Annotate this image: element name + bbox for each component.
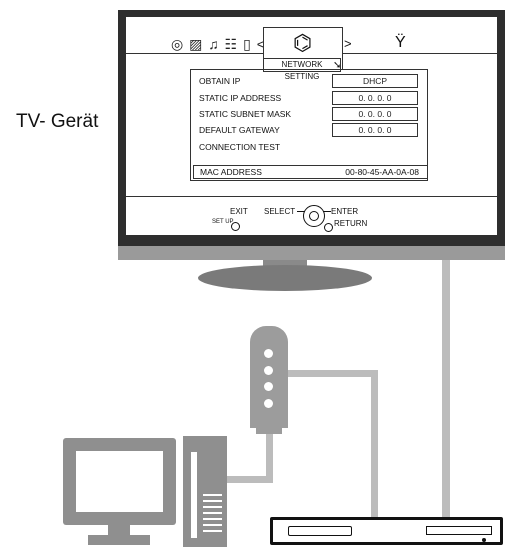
default-gateway-field[interactable]: 0. 0. 0. 0 xyxy=(332,123,418,137)
return-button-icon[interactable] xyxy=(324,219,333,237)
player-display xyxy=(426,526,492,535)
tv-label: TV- Gerät xyxy=(16,111,99,132)
tower-vent xyxy=(203,524,222,526)
router-player-cable-horizontal xyxy=(288,370,378,377)
tv-bottom-bar xyxy=(118,246,505,260)
chevron-right-icon[interactable]: > xyxy=(344,36,352,51)
static-ip-label: STATIC IP ADDRESS xyxy=(199,93,282,103)
default-gateway-label: DEFAULT GATEWAY xyxy=(199,125,280,135)
static-ip-field[interactable]: 0. 0. 0. 0 xyxy=(332,91,418,105)
tower-drive-slot xyxy=(191,452,197,538)
mac-address-value: 00-80-45-AA-0A-08 xyxy=(345,167,419,177)
disc-tray xyxy=(288,526,352,536)
router-base xyxy=(256,426,282,434)
network-icon[interactable]: ⌬ xyxy=(293,30,312,56)
router-led xyxy=(264,399,273,408)
mac-address-label: MAC ADDRESS xyxy=(200,167,262,177)
dpad-center-icon[interactable] xyxy=(309,211,319,221)
router-led xyxy=(264,366,273,375)
connection-test-label[interactable]: CONNECTION TEST xyxy=(199,142,280,152)
select-hint: SELECT xyxy=(264,207,296,216)
power-indicator xyxy=(482,538,486,542)
tower-vent xyxy=(203,506,222,508)
return-hint: RETURN xyxy=(334,219,368,228)
memory-card-icon[interactable]: ▯ xyxy=(243,36,252,52)
router-led xyxy=(264,382,273,391)
tower-vent xyxy=(203,500,222,502)
tv-player-cable xyxy=(442,260,450,518)
music-icon[interactable]: ♫ xyxy=(208,36,220,52)
router-pc-cable-horizontal xyxy=(227,476,273,483)
network-router xyxy=(250,326,288,428)
router-pc-cable-vertical xyxy=(266,434,273,482)
exit-hint: EXIT xyxy=(230,207,248,216)
tower-vent xyxy=(203,518,222,520)
subnet-mask-field[interactable]: 0. 0. 0. 0 xyxy=(332,107,418,121)
router-player-cable-vertical xyxy=(371,370,378,518)
monitor-base xyxy=(88,535,150,545)
mac-address-row: MAC ADDRESS 00-80-45-AA-0A-08 xyxy=(193,165,428,179)
enter-hint: ENTER xyxy=(331,207,359,216)
obtain-ip-value[interactable]: DHCP xyxy=(332,74,418,88)
router-led xyxy=(264,349,273,358)
disc-icon[interactable]: ◎ xyxy=(171,36,184,52)
enter-line xyxy=(323,211,331,212)
tower-vent xyxy=(203,494,222,496)
controls-divider xyxy=(126,196,497,197)
tv-stand xyxy=(198,265,372,291)
tower-vent xyxy=(203,530,222,532)
monitor-screen xyxy=(76,451,163,512)
subnet-mask-label: STATIC SUBNET MASK xyxy=(199,109,292,119)
obtain-ip-label: OBTAIN IP xyxy=(199,76,241,86)
wrench-icon[interactable]: Ÿ xyxy=(395,34,406,52)
picture-icon[interactable]: ▨ xyxy=(189,36,203,52)
menu-icon-strip: ◎ ▨ ♫ ☷ ▯ < xyxy=(171,36,266,53)
setup-button-icon[interactable] xyxy=(231,218,240,236)
settings-list-icon[interactable]: ☷ xyxy=(225,36,239,52)
tower-vent xyxy=(203,512,222,514)
